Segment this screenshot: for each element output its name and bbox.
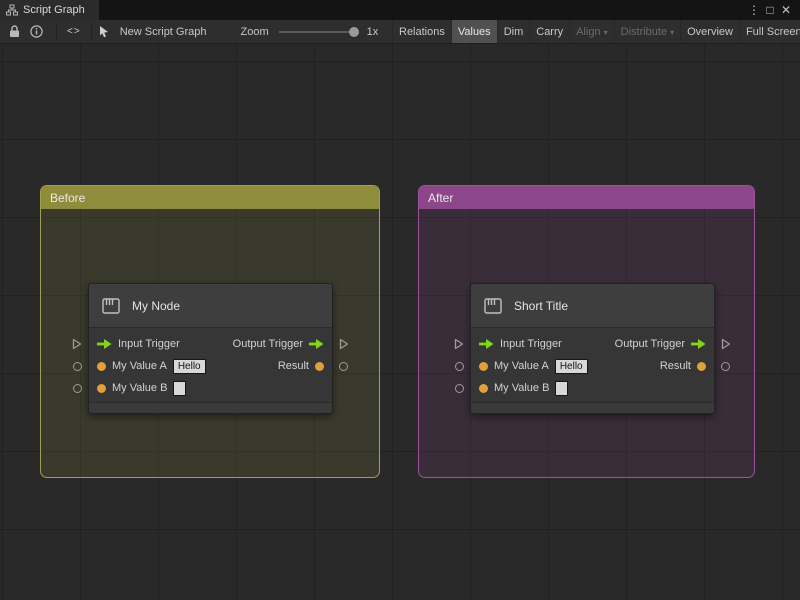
group-before[interactable]: Before My Node Input Trigger Output Trig… <box>40 185 380 478</box>
zoom-slider-track <box>278 30 359 33</box>
info-icon[interactable] <box>28 24 44 40</box>
window-maximize-icon[interactable]: □ <box>762 3 778 17</box>
align-dropdown: Align ▾ <box>569 20 613 43</box>
value-b-input[interactable] <box>555 380 569 396</box>
group-title: Before <box>50 190 86 205</box>
port-value-b-label: My Value B <box>112 382 168 394</box>
fullscreen-button[interactable]: Full Screen <box>738 20 800 43</box>
overview-button[interactable]: Overview <box>680 20 739 43</box>
flow-output-icon[interactable] <box>691 339 706 349</box>
port-row-value-a: My Value A Hello Result <box>471 355 714 377</box>
toolbar-separator <box>56 23 57 40</box>
node-footer <box>471 402 714 413</box>
input-trigger-connector[interactable] <box>72 338 82 350</box>
distribute-dropdown: Distribute ▾ <box>613 20 680 43</box>
code-icon: <> <box>67 26 81 37</box>
chevron-down-icon: ▾ <box>603 27 608 37</box>
cursor-icon <box>98 24 110 40</box>
node-ports: Input Trigger Output Trigger My Value A … <box>471 328 714 402</box>
graph-name-label: New Script Graph <box>119 25 207 38</box>
node-title: Short Title <box>514 298 569 313</box>
node-short-title[interactable]: Short Title Input Trigger Output Trigger… <box>454 283 731 414</box>
output-trigger-connector[interactable] <box>339 338 349 350</box>
node-header[interactable]: Short Title <box>471 284 714 328</box>
zoom-slider-handle[interactable] <box>348 26 359 37</box>
value-port-icon[interactable] <box>697 361 706 371</box>
dim-button[interactable]: Dim <box>496 20 530 43</box>
node-my-node[interactable]: My Node Input Trigger Output Trigger My … <box>72 283 349 414</box>
group-after-header[interactable]: After <box>419 186 754 209</box>
unity-script-graph-window: Script Graph ⋮ □ ✕ <> New Script Graph Z… <box>0 0 800 600</box>
node-footer <box>89 402 332 413</box>
result-connector[interactable] <box>339 362 348 371</box>
port-result-label: Result <box>659 360 691 372</box>
value-b-connector[interactable] <box>73 384 82 393</box>
value-port-icon[interactable] <box>479 383 488 393</box>
port-input-trigger-label: Input Trigger <box>118 338 180 350</box>
window-close-icon[interactable]: ✕ <box>778 3 794 17</box>
align-label: Align <box>576 26 601 38</box>
tab-title: Script Graph <box>23 4 85 16</box>
value-b-connector[interactable] <box>455 384 464 393</box>
port-row-triggers: Input Trigger Output Trigger <box>471 333 714 355</box>
tab-script-graph[interactable]: Script Graph <box>0 0 99 20</box>
value-a-connector[interactable] <box>73 362 82 371</box>
toolbar-separator <box>90 23 92 40</box>
flow-input-icon[interactable] <box>479 339 494 349</box>
window-menu-icon[interactable]: ⋮ <box>746 3 762 17</box>
window-tab-bar: Script Graph ⋮ □ ✕ <box>0 0 800 20</box>
relations-button[interactable]: Relations <box>392 20 451 43</box>
group-before-header[interactable]: Before <box>41 186 379 209</box>
unit-icon <box>100 295 122 317</box>
output-trigger-connector[interactable] <box>721 338 731 350</box>
port-output-trigger-label: Output Trigger <box>232 338 303 350</box>
port-row-triggers: Input Trigger Output Trigger <box>89 333 332 355</box>
graph-canvas[interactable]: Before My Node Input Trigger Output Trig… <box>0 44 800 600</box>
port-output-trigger-label: Output Trigger <box>614 338 685 350</box>
unit-icon <box>482 295 504 317</box>
group-after[interactable]: After Short Title Input Trigger Output T… <box>418 185 755 478</box>
value-port-icon[interactable] <box>315 361 324 371</box>
carry-button[interactable]: Carry <box>529 20 569 43</box>
port-result-label: Result <box>277 360 309 372</box>
port-input-trigger-label: Input Trigger <box>500 338 562 350</box>
value-port-icon[interactable] <box>97 383 106 393</box>
graph-toolbar: <> New Script Graph Zoom 1x Relations Va… <box>0 20 800 44</box>
values-button[interactable]: Values <box>450 20 497 43</box>
lock-icon[interactable] <box>6 24 22 40</box>
port-row-value-b: My Value B <box>89 377 332 399</box>
value-port-icon[interactable] <box>479 361 488 371</box>
group-title: After <box>428 190 454 205</box>
toolbar-toggle-buttons: Relations Values Dim Carry Align ▾ Distri… <box>392 20 800 43</box>
value-b-input[interactable] <box>173 380 187 396</box>
code-view-button[interactable]: <> <box>63 26 85 37</box>
window-controls: ⋮ □ ✕ <box>746 3 800 17</box>
port-value-b-label: My Value B <box>494 382 550 394</box>
result-connector[interactable] <box>721 362 730 371</box>
zoom-value-label: 1x <box>366 25 379 38</box>
zoom-slider[interactable] <box>278 26 359 38</box>
port-row-value-b: My Value B <box>471 377 714 399</box>
value-a-input[interactable]: Hello <box>554 358 588 374</box>
script-graph-icon <box>6 4 18 16</box>
node-header[interactable]: My Node <box>89 284 332 328</box>
flow-output-icon[interactable] <box>309 339 324 349</box>
value-a-input[interactable]: Hello <box>172 358 206 374</box>
zoom-label: Zoom <box>240 25 269 38</box>
flow-input-icon[interactable] <box>97 339 112 349</box>
chevron-down-icon: ▾ <box>670 27 675 37</box>
port-value-a-label: My Value A <box>112 360 167 372</box>
value-port-icon[interactable] <box>97 361 106 371</box>
input-trigger-connector[interactable] <box>454 338 464 350</box>
distribute-label: Distribute <box>620 26 668 38</box>
port-row-value-a: My Value A Hello Result <box>89 355 332 377</box>
node-ports: Input Trigger Output Trigger My Value A … <box>89 328 332 402</box>
node-title: My Node <box>132 298 181 313</box>
value-a-connector[interactable] <box>455 362 464 371</box>
port-value-a-label: My Value A <box>494 360 549 372</box>
